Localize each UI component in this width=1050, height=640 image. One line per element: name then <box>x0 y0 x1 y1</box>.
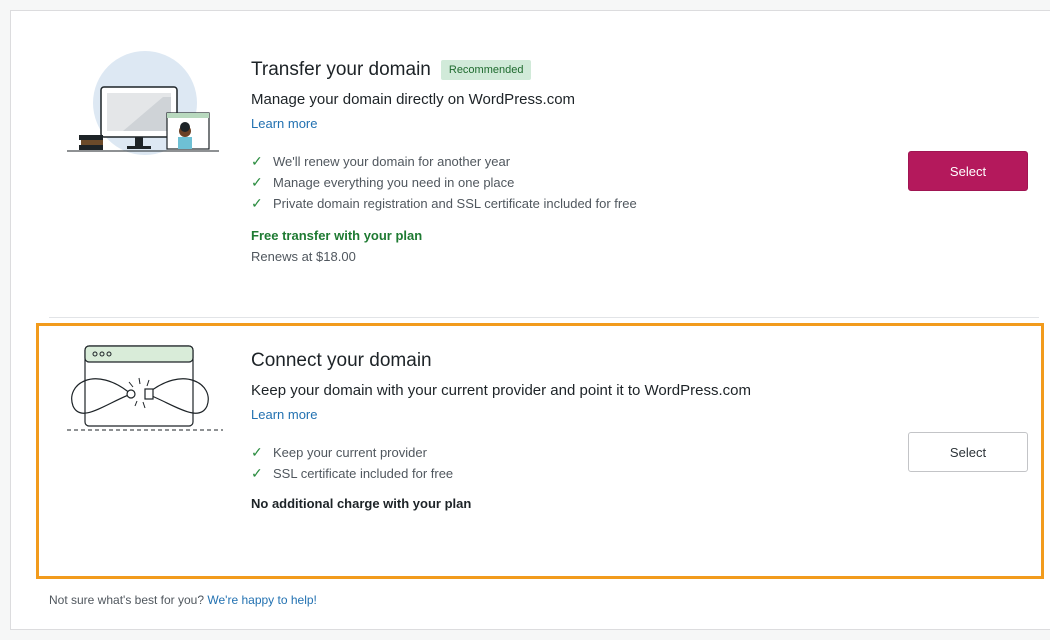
checkmark-icon: ✓ <box>251 195 263 211</box>
price-note: Free transfer with your plan <box>251 228 423 243</box>
domain-options-panel: Transfer your domain Recommended Manage … <box>10 10 1050 630</box>
transfer-content: Transfer your domain Recommended Manage … <box>251 59 637 264</box>
price-note: No additional charge with your plan <box>251 496 472 511</box>
help-line: Not sure what's best for you? We're happ… <box>49 593 317 607</box>
divider <box>49 317 1039 318</box>
select-connect-button[interactable]: Select <box>908 432 1028 472</box>
checkmark-icon: ✓ <box>251 153 263 169</box>
option-title: Transfer your domain <box>251 59 431 80</box>
feature-item: ✓ Manage everything you need in one place <box>251 174 515 190</box>
option-title: Connect your domain <box>251 350 432 371</box>
computer-desk-illustration <box>63 51 223 166</box>
option-subtitle: Keep your domain with your current provi… <box>251 382 751 399</box>
checkmark-icon: ✓ <box>251 444 263 460</box>
plug-connect-illustration <box>65 344 225 439</box>
feature-item: ✓ We'll renew your domain for another yea… <box>251 153 511 169</box>
select-transfer-button[interactable]: Select <box>908 151 1028 191</box>
checkmark-icon: ✓ <box>251 174 263 190</box>
help-text: Not sure what's best for you? <box>49 593 205 607</box>
option-subtitle: Manage your domain directly on WordPress… <box>251 91 576 108</box>
recommended-badge: Recommended <box>440 60 532 80</box>
feature-item: ✓ SSL certificate included for free <box>251 465 454 481</box>
connect-domain-option: Connect your domain Keep your domain wit… <box>36 323 1044 579</box>
feature-list: ✓ We'll renew your domain for another yea… <box>251 151 637 214</box>
renew-note: Renews at $18.00 <box>251 249 356 264</box>
checkmark-icon: ✓ <box>251 465 263 481</box>
feature-item: ✓ Private domain registration and SSL cer… <box>251 195 637 211</box>
title-row: Transfer your domain Recommended <box>251 59 637 81</box>
learn-more-link[interactable]: Learn more <box>251 407 317 422</box>
feature-item: ✓ Keep your current provider <box>251 444 427 460</box>
learn-more-link[interactable]: Learn more <box>251 116 317 131</box>
transfer-domain-option: Transfer your domain Recommended Manage … <box>11 11 1050 321</box>
connect-content: Connect your domain Keep your domain wit… <box>251 350 751 511</box>
help-link[interactable]: We're happy to help! <box>207 593 316 607</box>
feature-list: ✓ Keep your current provider ✓ SSL certifi… <box>251 442 751 484</box>
